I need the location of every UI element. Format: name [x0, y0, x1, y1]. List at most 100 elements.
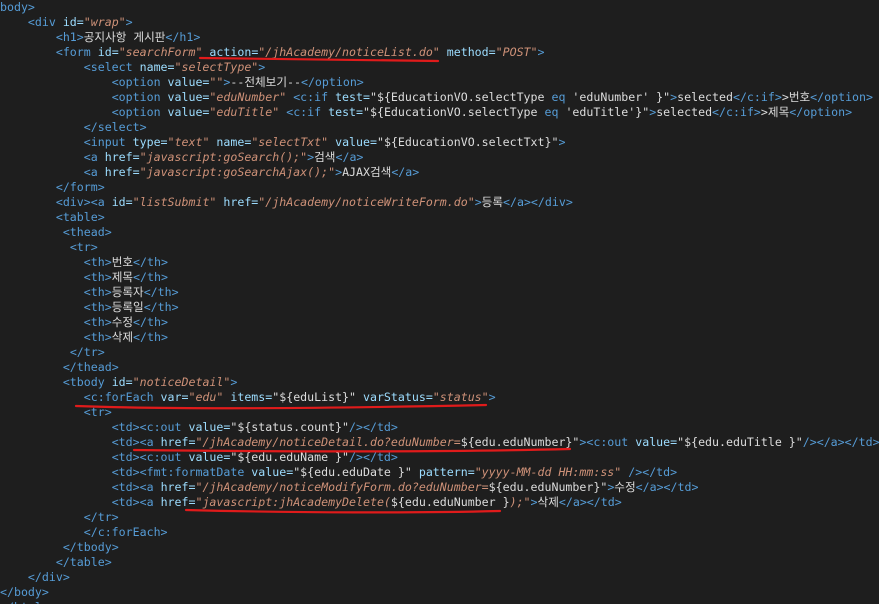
code-token: <td><c:out — [111, 420, 189, 434]
code-line[interactable]: <td><a href="/jhAcademy/noticeDetail.do?… — [0, 435, 879, 450]
code-line[interactable]: <a href="javascript:goSearchAjax();">AJA… — [0, 165, 419, 180]
code-line[interactable]: <th>제목</th> — [0, 270, 168, 285]
code-token: pattern= — [411, 465, 475, 479]
code-line[interactable]: <div id="wrap"> — [0, 15, 133, 30]
code-line[interactable]: <c:forEach var="edu" items="${eduList}" … — [0, 390, 496, 405]
code-token: "${status.count}" — [230, 420, 350, 434]
code-line[interactable]: </html> — [0, 600, 49, 604]
code-token: 'eduNumber' }" — [565, 90, 671, 104]
code-token: "status" — [432, 390, 489, 404]
code-token: <tr> — [69, 240, 98, 254]
code-token: </a></td> — [635, 480, 699, 494]
code-line[interactable]: <th>삭제</th> — [0, 330, 168, 345]
code-line[interactable]: <thead> — [0, 225, 112, 240]
code-line[interactable]: <input type="text" name="selectTxt" valu… — [0, 135, 566, 150]
code-token: "listSubmit" — [132, 195, 217, 209]
code-token: eq — [544, 105, 559, 119]
code-line[interactable]: <th>번호</th> — [0, 255, 168, 270]
code-line[interactable]: <option value="eduTitle" <c:if test="${E… — [0, 105, 852, 120]
code-token: "javascript:goSearchAjax();" — [139, 165, 336, 179]
code-line[interactable]: <td><a href="/jhAcademy/noticeModifyForm… — [0, 480, 699, 495]
code-line[interactable]: <tbody id="noticeDetail"> — [0, 375, 238, 390]
code-line[interactable]: <h1>공지사항 게시판</h1> — [0, 30, 200, 45]
code-token: ${edu.eduNumber}" — [488, 480, 608, 494]
code-line[interactable]: </c:forEach> — [0, 525, 168, 540]
code-token: <td><fmt:formatDate — [111, 465, 252, 479]
code-line[interactable]: </tbody> — [0, 540, 119, 555]
code-token: >제목 — [760, 105, 790, 119]
code-line[interactable]: <select name="selectType"> — [0, 60, 266, 75]
code-token: </select> — [83, 120, 147, 134]
code-line[interactable]: </div> — [0, 570, 70, 585]
code-token: 수정 — [111, 315, 134, 329]
code-line[interactable]: </tr> — [0, 510, 119, 525]
code-line[interactable]: <td><fmt:formatDate value="${edu.eduDate… — [0, 465, 677, 480]
code-line[interactable]: <th>수정</th> — [0, 315, 168, 330]
code-token: eq — [551, 90, 566, 104]
code-token: </th> — [133, 315, 168, 329]
code-line[interactable]: <table> — [0, 210, 105, 225]
code-line[interactable]: body> — [0, 0, 35, 15]
code-line[interactable]: </tr> — [0, 345, 105, 360]
code-token: <c:forEach — [83, 390, 161, 404]
code-token: <div><a — [55, 195, 112, 209]
code-token: </tbody> — [62, 540, 119, 554]
code-token: "POST" — [495, 45, 538, 59]
code-line[interactable]: </thead> — [0, 360, 119, 375]
code-token: 등록 — [481, 195, 504, 209]
code-line[interactable]: <option value="eduNumber" <c:if test="${… — [0, 90, 873, 105]
code-line[interactable]: <div><a id="listSubmit" href="/jhAcademy… — [0, 195, 573, 210]
code-line[interactable]: <td><a href="javascript:jhAcademyDelete(… — [0, 495, 622, 510]
code-token: <div — [27, 15, 63, 29]
code-token: "eduNumber" — [209, 90, 287, 104]
code-token: </c:if> — [712, 105, 761, 119]
code-token: </a></div> — [503, 195, 573, 209]
code-token: > — [474, 195, 482, 209]
code-token: value= — [188, 420, 231, 434]
code-token: "/jhAcademy/noticeModifyForm.do?eduNumbe… — [195, 480, 489, 494]
code-editor[interactable]: body> <div id="wrap"> <h1>공지사항 게시판</h1> … — [0, 0, 879, 604]
code-line[interactable]: </form> — [0, 180, 105, 195]
code-token: </th> — [133, 330, 168, 344]
code-line[interactable]: </body> — [0, 585, 49, 600]
code-line[interactable]: </select> — [0, 120, 147, 135]
code-token: <h1> — [55, 30, 84, 44]
code-token: --전체보기-- — [230, 75, 301, 89]
code-token: </option> — [789, 105, 853, 119]
code-line[interactable]: </table> — [0, 555, 112, 570]
code-token: <td><a — [111, 480, 161, 494]
code-line[interactable]: <td><c:out value="${edu.eduName }"/></td… — [0, 450, 398, 465]
code-line[interactable]: <tr> — [0, 405, 112, 420]
code-line[interactable]: <th>등록일</th> — [0, 300, 179, 315]
code-token: "${edu.eduTitle }" — [677, 435, 803, 449]
code-line[interactable]: <th>등록자</th> — [0, 285, 179, 300]
code-token: 등록일 — [111, 300, 144, 314]
code-line[interactable]: <form id="searchForm" action="/jhAcademy… — [0, 45, 545, 60]
code-token: </a></td> — [558, 495, 622, 509]
code-line[interactable]: <td><c:out value="${status.count}"/></td… — [0, 420, 398, 435]
code-line[interactable]: <option value="">--전체보기--</option> — [0, 75, 364, 90]
code-token: </body> — [0, 585, 49, 599]
code-token: </tr> — [69, 345, 105, 359]
code-token: </th> — [143, 300, 179, 314]
code-token: 삭제 — [111, 330, 134, 344]
code-token: action= — [202, 45, 259, 59]
code-token: "selectTxt" — [251, 135, 329, 149]
code-line[interactable]: <tr> — [0, 240, 98, 255]
code-line[interactable]: <a href="javascript:goSearch();">검색</a> — [0, 150, 364, 165]
